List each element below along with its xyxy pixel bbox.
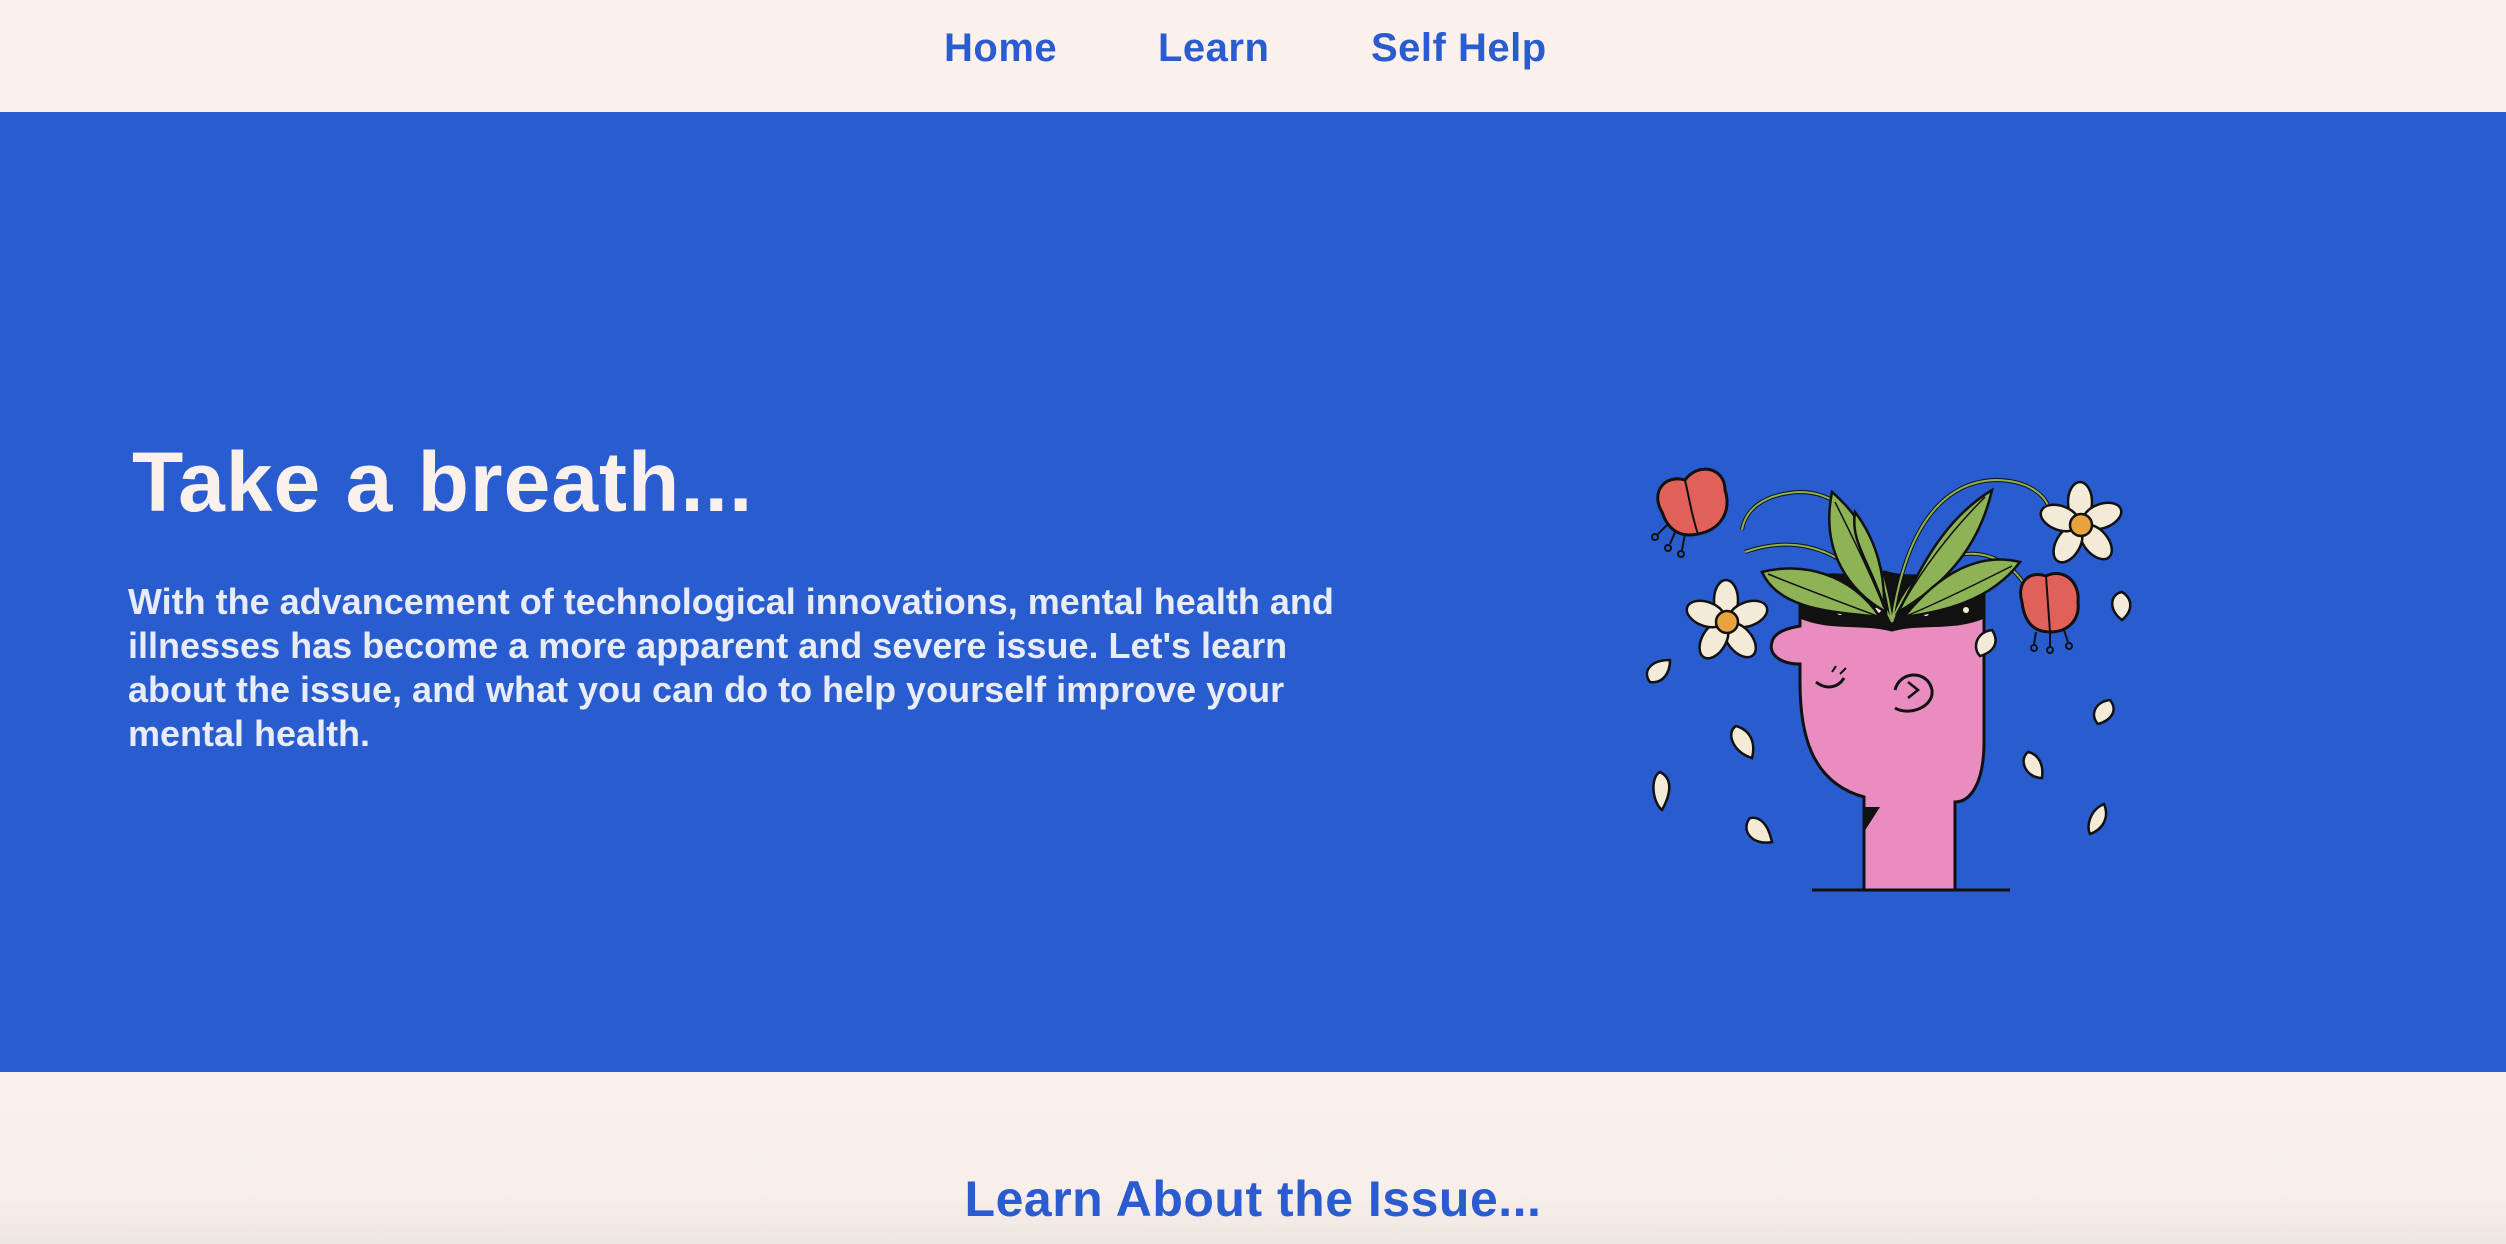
hero-section: Take a breath... With the advancement of… bbox=[0, 112, 2506, 1072]
nav-home-link[interactable]: Home bbox=[944, 26, 1057, 71]
nav-learn-link[interactable]: Learn bbox=[1158, 26, 1269, 71]
top-navbar: Home Learn Self Help bbox=[0, 0, 2506, 112]
hero-title: Take a breath... bbox=[132, 435, 754, 529]
hero-description: With the advancement of technological in… bbox=[128, 581, 1334, 754]
learn-section-title: Learn About the Issue... bbox=[964, 1171, 1542, 1227]
nav-self-help-link[interactable]: Self Help bbox=[1371, 26, 1547, 71]
head-with-flowers-illustration bbox=[1645, 467, 2132, 892]
